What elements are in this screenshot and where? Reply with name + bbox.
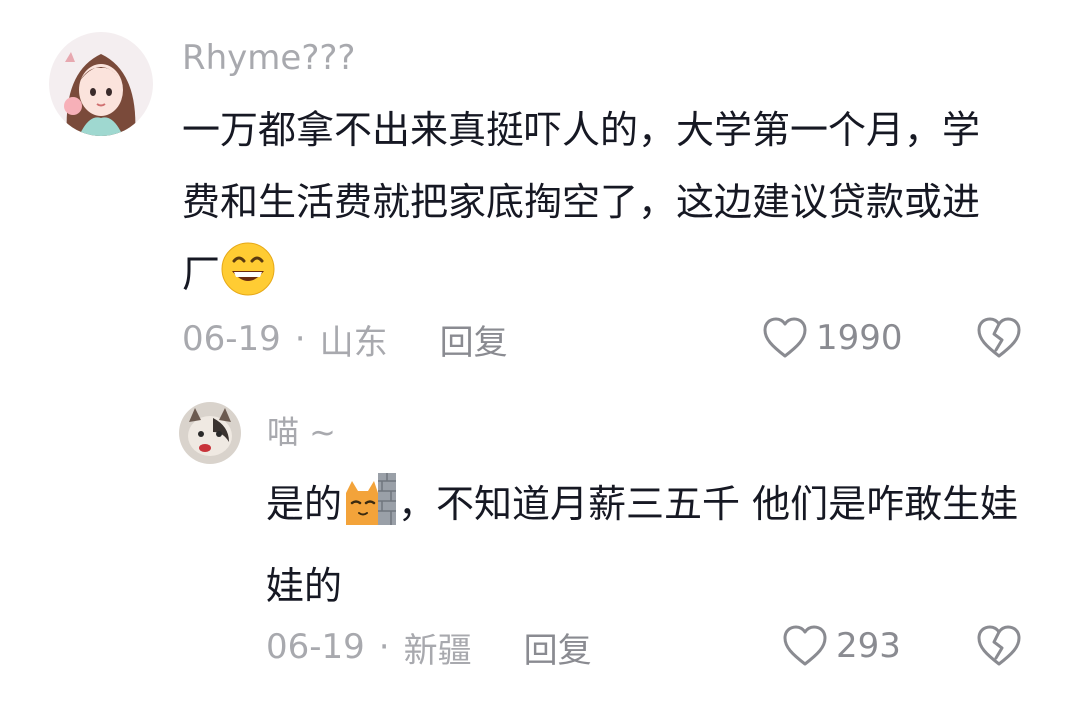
meta-separator: · bbox=[294, 319, 306, 359]
dislike-button[interactable] bbox=[976, 316, 1022, 360]
comment-meta: 06-19 · 山东 回复 bbox=[182, 315, 508, 364]
comment-location: 山东 bbox=[319, 322, 388, 363]
cat-behind-wall-icon bbox=[342, 471, 398, 550]
heart-outline-icon bbox=[783, 625, 827, 666]
reply-button[interactable]: 回复 bbox=[524, 623, 592, 672]
comment-date: 06-19 bbox=[182, 319, 281, 359]
user-avatar[interactable] bbox=[49, 32, 153, 136]
reply-location: 新疆 bbox=[403, 630, 472, 671]
heart-outline-icon bbox=[763, 317, 807, 358]
broken-heart-icon bbox=[977, 317, 1021, 358]
reply-date: 06-19 bbox=[266, 627, 365, 667]
dislike-button[interactable] bbox=[976, 624, 1022, 668]
reply-avatar[interactable] bbox=[179, 402, 241, 464]
grinning-face-icon bbox=[220, 241, 276, 320]
comment-username[interactable]: Rhyme??? bbox=[182, 38, 355, 78]
comment-text-content: 一万都拿不出来真挺吓人的，大学第一个月，学费和生活费就把家底掏空了，这边建议贷款… bbox=[182, 108, 981, 296]
reply-username[interactable]: 喵 ~ bbox=[267, 412, 336, 452]
comment-text: 一万都拿不出来真挺吓人的，大学第一个月，学费和生活费就把家底掏空了，这边建议贷款… bbox=[182, 94, 1002, 320]
reply-text: 是的 ，不知道月薪三五千 他们是咋敢生娃娃的 bbox=[266, 468, 1046, 622]
like-count: 293 bbox=[836, 626, 901, 666]
meta-separator: · bbox=[378, 627, 390, 667]
reply-button[interactable]: 回复 bbox=[440, 315, 508, 364]
reply-text-before: 是的 bbox=[266, 482, 343, 526]
like-button[interactable]: 293 bbox=[782, 621, 901, 671]
like-button[interactable]: 1990 bbox=[762, 313, 903, 363]
reply-meta: 06-19 · 新疆 回复 bbox=[266, 623, 592, 672]
like-count: 1990 bbox=[816, 318, 903, 358]
broken-heart-icon bbox=[977, 625, 1021, 666]
